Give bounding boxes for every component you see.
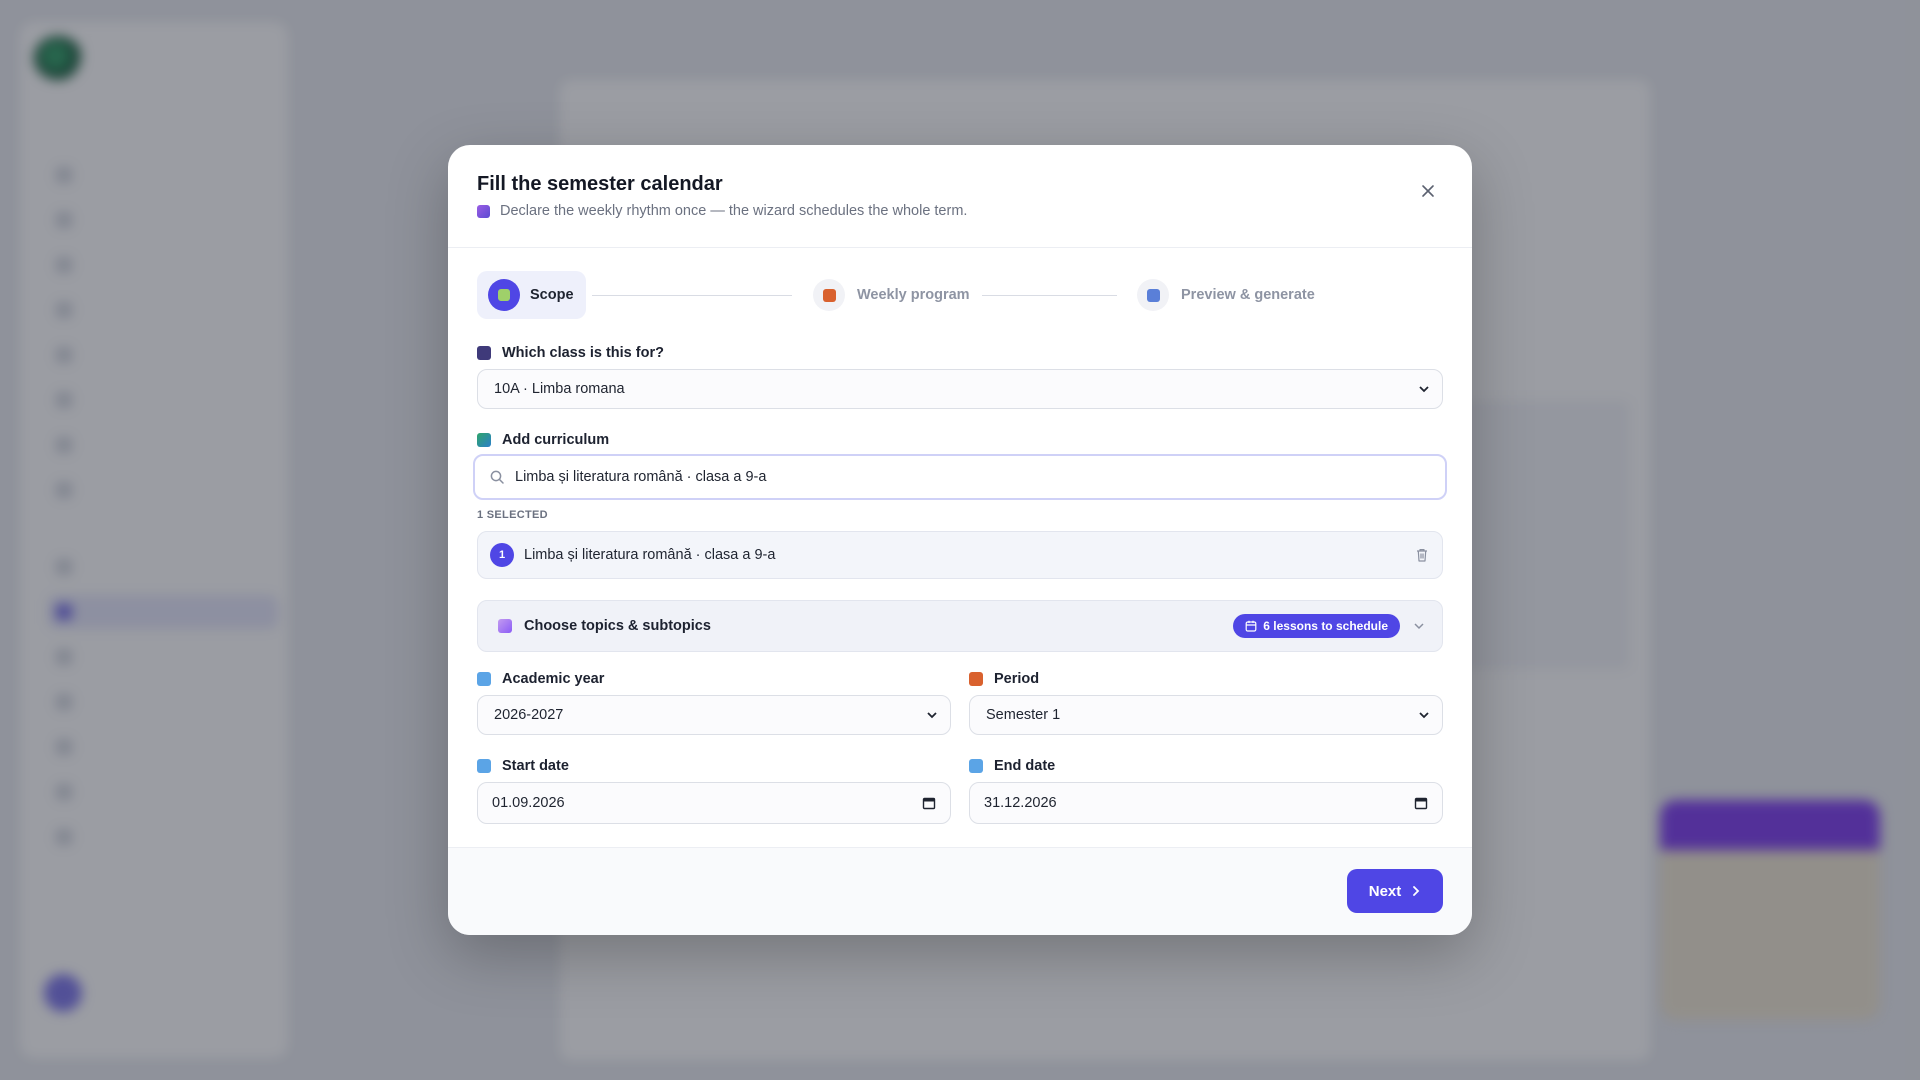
step-weekly-program-label: Weekly program (857, 287, 970, 303)
academic-year-label: Academic year (477, 671, 604, 687)
chevron-down-icon (1419, 712, 1429, 719)
close-button[interactable] (1414, 177, 1442, 205)
end-date-label: End date (969, 758, 1055, 774)
calendar-picker-icon[interactable] (922, 796, 936, 810)
step-scope-label: Scope (530, 287, 574, 303)
period-label-text: Period (994, 671, 1040, 687)
curriculum-field-label: Add curriculum (477, 432, 609, 448)
academic-year-label-text: Academic year (502, 671, 605, 687)
clock-icon (969, 672, 983, 686)
step-connector (592, 295, 792, 296)
dialog-header: Fill the semester calendar Declare the w… (448, 145, 1472, 248)
chevron-down-icon (1419, 386, 1429, 393)
dialog-title: Fill the semester calendar (477, 173, 723, 195)
selected-curriculum-item: 1 Limba și literatura română · clasa a 9… (477, 531, 1443, 579)
next-button-label: Next (1368, 882, 1402, 900)
curriculum-search-value: Limba și literatura română · clasa a 9-a (515, 469, 767, 485)
close-icon (1422, 185, 1434, 197)
chevron-down-icon (927, 712, 937, 719)
dialog-subtitle: Declare the weekly rhythm once — the wiz… (477, 203, 967, 219)
topics-icon (498, 619, 512, 633)
period-select[interactable]: Semester 1 (969, 695, 1443, 735)
class-field-label: Which class is this for? (477, 345, 664, 361)
step-weekly-program[interactable]: Weekly program (813, 279, 970, 311)
period-value: Semester 1 (986, 707, 1061, 723)
start-date-value: 01.09.2026 (492, 795, 565, 811)
start-date-input[interactable]: 01.09.2026 (477, 782, 951, 824)
trash-icon (1417, 549, 1427, 562)
dialog-subtitle-text: Declare the weekly rhythm once — the wiz… (500, 203, 968, 219)
class-icon (477, 346, 491, 360)
step-scope-icon (488, 279, 520, 311)
period-label: Period (969, 671, 1039, 687)
end-date-label-text: End date (994, 758, 1056, 774)
topics-label: Choose topics & subtopics (524, 618, 711, 634)
end-date-input[interactable]: 31.12.2026 (969, 782, 1443, 824)
calendar-picker-icon[interactable] (1414, 796, 1428, 810)
calendar-icon (969, 759, 983, 773)
book-icon (477, 433, 491, 447)
start-date-label-text: Start date (502, 758, 569, 774)
step-connector (982, 295, 1117, 296)
end-date-value: 31.12.2026 (984, 795, 1057, 811)
step-preview-icon (1137, 279, 1169, 311)
step-scope[interactable]: Scope (477, 271, 586, 319)
chevron-right-icon (1413, 886, 1420, 896)
step-weekly-program-icon (813, 279, 845, 311)
start-date-label: Start date (477, 758, 569, 774)
semester-calendar-dialog: Fill the semester calendar Declare the w… (448, 145, 1472, 935)
dialog-footer: Next (448, 847, 1472, 935)
step-preview-generate[interactable]: Preview & generate (1137, 279, 1315, 311)
class-select[interactable]: 10A · Limba romana (477, 369, 1443, 409)
next-button[interactable]: Next (1347, 869, 1443, 913)
academic-year-select[interactable]: 2026-2027 (477, 695, 951, 735)
selected-item-label: Limba și literatura română · clasa a 9-a (524, 547, 776, 563)
academic-year-value: 2026-2027 (494, 707, 564, 723)
search-icon (490, 470, 504, 484)
wizard-stepper: Scope Weekly program Preview & generate (477, 271, 1441, 319)
curriculum-search-input[interactable]: Limba și literatura română · clasa a 9-a (473, 454, 1447, 500)
lessons-count-badge: 6 lessons to schedule (1233, 614, 1400, 638)
chevron-down-icon (1414, 623, 1424, 630)
wand-icon (477, 204, 490, 218)
calendar-icon (1245, 620, 1257, 632)
class-select-value: 10A · Limba romana (494, 381, 625, 397)
lessons-count-text: 6 lessons to schedule (1263, 619, 1388, 633)
class-label-text: Which class is this for? (502, 345, 664, 361)
topics-accordion[interactable]: Choose topics & subtopics 6 lessons to s… (477, 600, 1443, 652)
calendar-icon (477, 759, 491, 773)
step-preview-label: Preview & generate (1181, 287, 1315, 303)
calendar-icon (477, 672, 491, 686)
selected-item-index: 1 (490, 543, 514, 567)
selected-count: 1 SELECTED (477, 509, 548, 521)
remove-curriculum-button[interactable] (1414, 547, 1430, 563)
curriculum-label-text: Add curriculum (502, 432, 610, 448)
